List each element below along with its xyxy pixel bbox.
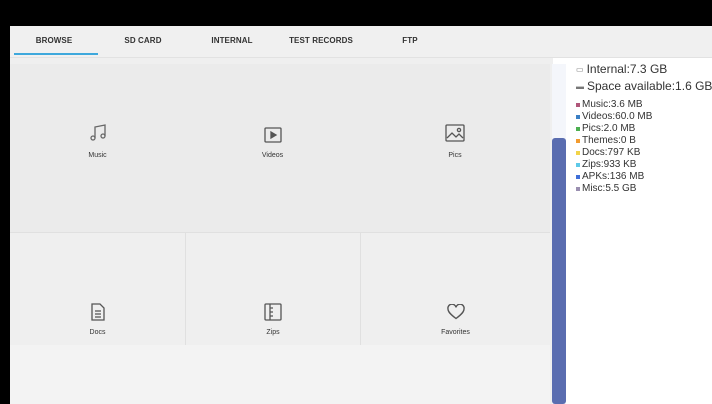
category-label: Favorites <box>441 329 470 336</box>
video-play-icon <box>262 124 284 146</box>
storage-item: Pics:2.0 MB <box>576 123 635 134</box>
legend-swatch <box>576 186 580 191</box>
legend-swatch <box>576 162 580 167</box>
docs-tile[interactable]: Docs <box>10 233 185 345</box>
scroll-thumb[interactable] <box>552 138 566 404</box>
category-row-bottom: Docs Zips Favorites <box>10 233 550 345</box>
storage-space-available: ▬ Space available:1.6 GB <box>576 79 712 93</box>
category-label: Music <box>88 152 107 159</box>
sd-card-icon: ▭ <box>576 64 584 74</box>
tab-sd-card[interactable]: SD CARD <box>124 36 161 45</box>
category-label: Docs <box>89 329 106 336</box>
pics-tile[interactable]: Pics <box>360 64 550 232</box>
category-label: Pics <box>448 152 462 159</box>
storage-item: Videos:60.0 MB <box>576 111 652 122</box>
tab-internal[interactable]: INTERNAL <box>211 36 252 45</box>
category-label: Videos <box>261 152 284 159</box>
legend-swatch <box>576 126 580 131</box>
videos-tile[interactable]: Videos <box>185 64 360 232</box>
legend-swatch <box>576 150 580 155</box>
music-tile[interactable]: Music <box>10 64 185 232</box>
tab-test-records[interactable]: TEST RECORDS <box>289 36 353 45</box>
zips-tile[interactable]: Zips <box>186 233 360 345</box>
tab-bar: BROWSE SD CARD INTERNAL TEST RECORDS FTP <box>10 26 712 58</box>
active-tab-indicator <box>14 53 98 55</box>
status-bar <box>0 0 712 26</box>
legend-swatch <box>576 138 580 143</box>
music-note-icon <box>87 122 109 144</box>
storage-internal: ▭ Internal:7.3 GB <box>576 62 668 76</box>
storage-item: Misc:5.5 GB <box>576 183 636 194</box>
favorites-tile[interactable]: Favorites <box>361 233 550 345</box>
tab-ftp[interactable]: FTP <box>402 36 417 45</box>
storage-item: APKs:136 MB <box>576 171 644 182</box>
folder-icon: ▬ <box>576 81 584 91</box>
archive-icon <box>262 301 284 323</box>
left-edge <box>0 26 10 404</box>
image-icon <box>444 122 466 144</box>
tab-browse[interactable]: BROWSE <box>36 36 73 45</box>
storage-item: Zips:933 KB <box>576 159 636 170</box>
category-row-top: Music Videos Pics <box>10 64 550 232</box>
bottom-strip <box>10 345 550 404</box>
storage-item: Themes:0 B <box>576 135 636 146</box>
heart-icon <box>445 301 467 323</box>
legend-swatch <box>576 174 580 179</box>
category-label: Zips <box>266 329 280 336</box>
storage-item: Music:3.6 MB <box>576 99 643 110</box>
document-icon <box>87 301 109 323</box>
legend-swatch <box>576 114 580 119</box>
legend-swatch <box>576 102 580 107</box>
storage-item: Docs:797 KB <box>576 147 640 158</box>
